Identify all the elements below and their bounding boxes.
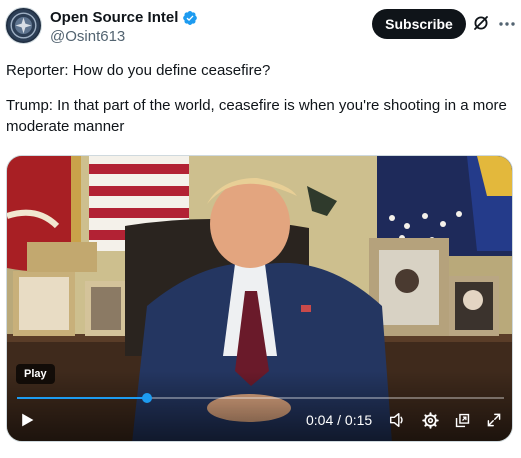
play-badge[interactable]: Play	[16, 364, 55, 384]
tweet-header: Open Source Intel @Osint613 Subscribe	[0, 0, 521, 54]
tweet-line-trump: Trump: In that part of the world, ceasef…	[6, 97, 512, 135]
progress-fill	[17, 397, 148, 399]
video-player[interactable]: Play 0:04 / 0:15	[6, 155, 513, 442]
tweet-text: Reporter: How do you define ceasefire? T…	[6, 60, 511, 137]
play-icon[interactable]	[17, 410, 37, 430]
progress-bar[interactable]	[17, 393, 504, 403]
picture-in-picture-icon[interactable]	[452, 410, 472, 430]
time-display: 0:04 / 0:15	[306, 412, 373, 428]
volume-icon[interactable]	[387, 410, 407, 430]
settings-icon[interactable]	[420, 410, 440, 430]
controls-gradient	[7, 371, 512, 441]
fullscreen-icon[interactable]	[484, 410, 504, 430]
subscribe-button[interactable]: Subscribe	[372, 9, 466, 39]
avatar[interactable]	[5, 7, 42, 44]
handle[interactable]: @Osint613	[50, 28, 125, 45]
name-row: Open Source Intel	[50, 9, 198, 26]
tweet-line-reporter: Reporter: How do you define ceasefire?	[6, 62, 271, 79]
display-name[interactable]: Open Source Intel	[50, 9, 178, 26]
grok-icon[interactable]	[472, 14, 490, 32]
more-icon[interactable]	[497, 14, 517, 34]
progress-handle[interactable]	[142, 393, 153, 403]
verified-badge-icon[interactable]	[182, 10, 198, 26]
